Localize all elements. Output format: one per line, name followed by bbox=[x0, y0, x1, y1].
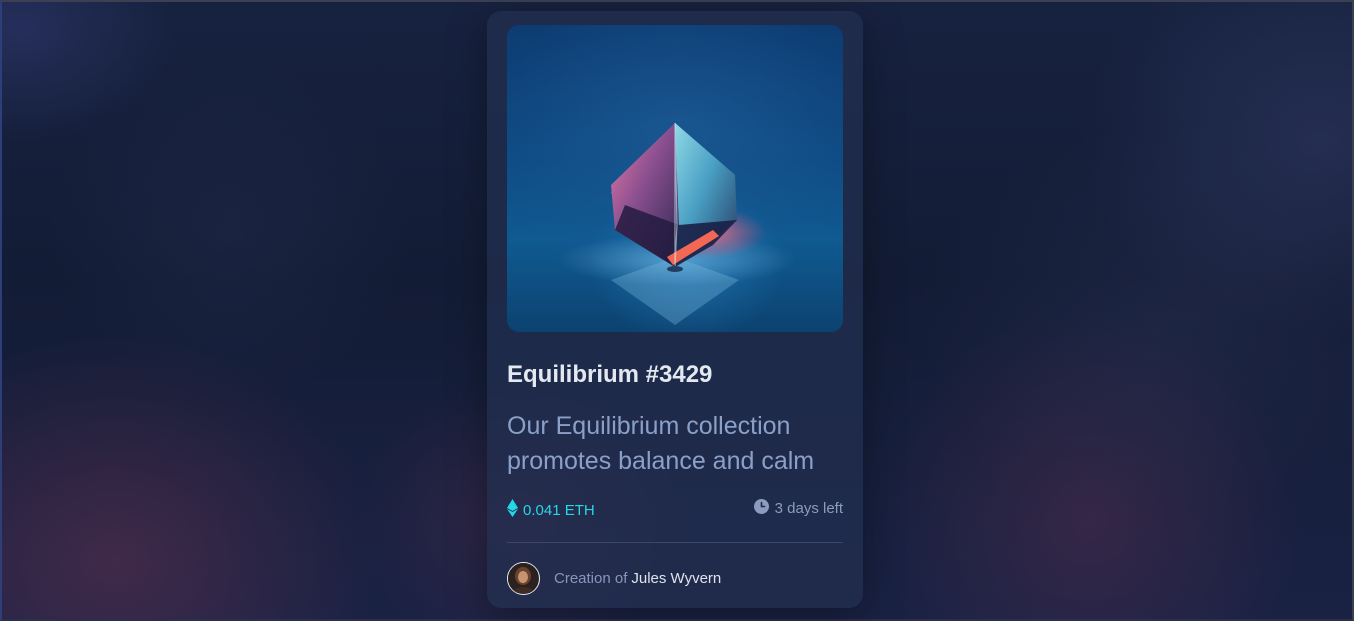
nft-description: Our Equilibrium collection promotes bala… bbox=[507, 412, 815, 475]
time-value: 3 days left bbox=[774, 500, 843, 517]
glass-cube-illustration bbox=[557, 122, 797, 325]
divider bbox=[507, 542, 843, 543]
nft-title[interactable]: Equilibrium #3429 bbox=[507, 361, 712, 389]
creator: Creation of Jules Wyvern bbox=[507, 562, 721, 595]
nft-image[interactable] bbox=[507, 25, 843, 332]
ethereum-icon bbox=[507, 499, 518, 521]
nft-card: Equilibrium #3429 Our Equilibrium collec… bbox=[487, 11, 863, 608]
price: 0.041 ETH bbox=[507, 499, 595, 521]
time-left: 3 days left bbox=[753, 499, 843, 518]
clock-icon bbox=[753, 499, 769, 518]
avatar bbox=[507, 562, 540, 595]
creator-prefix: Creation of bbox=[554, 570, 628, 587]
price-value: 0.041 ETH bbox=[523, 501, 595, 519]
creator-name[interactable]: Jules Wyvern bbox=[631, 570, 721, 587]
